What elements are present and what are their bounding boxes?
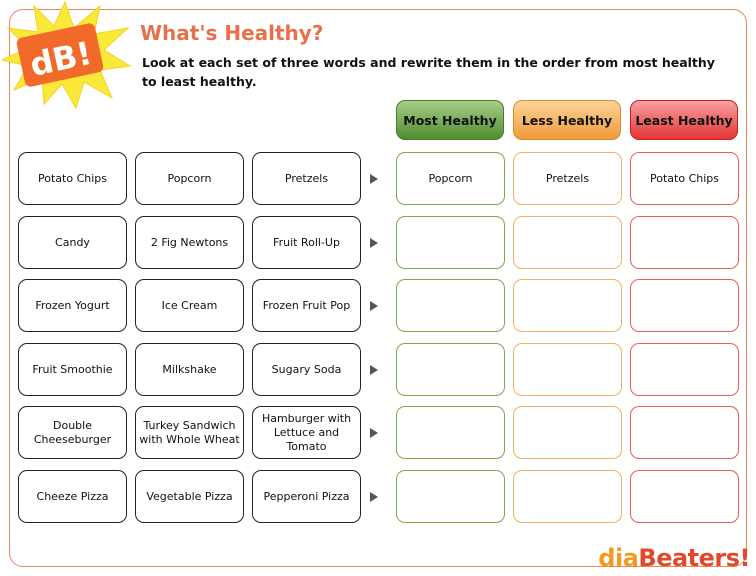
word-box: Double Cheeseburger: [18, 406, 127, 459]
word-box: Turkey Sandwich with Whole Wheat: [135, 406, 244, 459]
word-box: Pepperoni Pizza: [252, 470, 361, 523]
word-box: Fruit Roll-Up: [252, 216, 361, 269]
answer-less-healthy[interactable]: [513, 406, 622, 459]
answer-most-healthy[interactable]: [396, 343, 505, 396]
header-least-healthy: Least Healthy: [630, 100, 738, 140]
word-box: Fruit Smoothie: [18, 343, 127, 396]
word-box: Candy: [18, 216, 127, 269]
arrow-right-icon: [370, 238, 378, 248]
answer-least-healthy[interactable]: Potato Chips: [630, 152, 739, 205]
answer-most-healthy[interactable]: [396, 279, 505, 332]
word-box: Hamburger with Lettuce and Tomato: [252, 406, 361, 459]
word-box: Potato Chips: [18, 152, 127, 205]
arrow-right-icon: [370, 174, 378, 184]
instructions: Look at each set of three words and rewr…: [142, 55, 715, 89]
word-box: Pretzels: [252, 152, 361, 205]
word-box: Popcorn: [135, 152, 244, 205]
footer-logo-part1: dia: [598, 544, 639, 572]
header-less-healthy: Less Healthy: [513, 100, 621, 140]
word-box: Sugary Soda: [252, 343, 361, 396]
footer-logo-part2: Beaters!: [638, 544, 750, 572]
answer-less-healthy[interactable]: Pretzels: [513, 152, 622, 205]
answer-least-healthy[interactable]: [630, 470, 739, 523]
word-box: Cheeze Pizza: [18, 470, 127, 523]
word-box: 2 Fig Newtons: [135, 216, 244, 269]
footer-logo: diaBeaters!: [598, 544, 750, 572]
answer-least-healthy[interactable]: [630, 216, 739, 269]
answer-most-healthy[interactable]: [396, 406, 505, 459]
answer-less-healthy[interactable]: [513, 216, 622, 269]
arrow-right-icon: [370, 301, 378, 311]
answer-most-healthy[interactable]: [396, 216, 505, 269]
answer-less-healthy[interactable]: [513, 343, 622, 396]
answer-less-healthy[interactable]: [513, 279, 622, 332]
word-box: Frozen Yogurt: [18, 279, 127, 332]
answer-most-healthy[interactable]: Popcorn: [396, 152, 505, 205]
db-logo-badge: dB!: [0, 0, 132, 110]
answer-least-healthy[interactable]: [630, 406, 739, 459]
answer-least-healthy[interactable]: [630, 279, 739, 332]
arrow-right-icon: [370, 365, 378, 375]
page-title: What's Healthy?: [140, 21, 324, 45]
word-box: Milkshake: [135, 343, 244, 396]
arrow-right-icon: [370, 428, 378, 438]
word-box: Vegetable Pizza: [135, 470, 244, 523]
arrow-right-icon: [370, 492, 378, 502]
answer-less-healthy[interactable]: [513, 470, 622, 523]
answer-most-healthy[interactable]: [396, 470, 505, 523]
word-box: Ice Cream: [135, 279, 244, 332]
header-most-healthy: Most Healthy: [396, 100, 504, 140]
answer-least-healthy[interactable]: [630, 343, 739, 396]
word-box: Frozen Fruit Pop: [252, 279, 361, 332]
